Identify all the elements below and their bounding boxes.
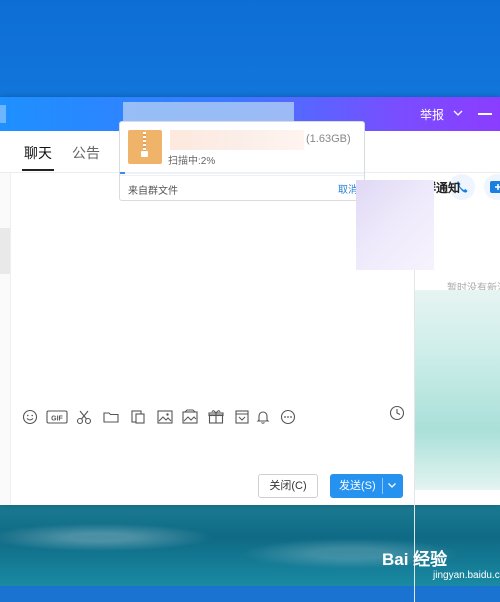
image-icon[interactable] <box>156 408 174 426</box>
bell-icon[interactable] <box>254 408 272 426</box>
message-area: 18:32:35 <box>11 173 414 403</box>
file-name-redacted <box>170 130 304 150</box>
left-sidebar-highlight <box>0 228 10 274</box>
invite-button[interactable] <box>484 174 500 200</box>
gif-icon[interactable]: GIF <box>46 408 68 426</box>
zip-pull <box>141 151 148 157</box>
cancel-link[interactable]: 取消 <box>338 181 358 196</box>
title-left-edge <box>0 105 6 123</box>
clipboard-image-icon[interactable] <box>129 408 147 426</box>
gift-icon[interactable] <box>207 408 225 426</box>
send-separator <box>382 478 383 494</box>
add-chat-icon <box>490 181 500 193</box>
active-tab-indicator <box>22 169 54 171</box>
zip-file-icon <box>128 130 162 164</box>
file-size: (1.63GB) <box>306 133 351 145</box>
scissors-icon[interactable] <box>75 408 93 426</box>
photo-album-icon[interactable] <box>181 408 199 426</box>
tab-announcement[interactable]: 公告 <box>72 143 100 163</box>
file-message-card[interactable]: (1.63GB) 扫描中:2% 来自群文件 取消 <box>119 121 365 201</box>
emoji-icon[interactable] <box>21 408 39 426</box>
report-button[interactable]: 举报 <box>420 106 444 123</box>
minimize-button[interactable] <box>478 113 492 115</box>
input-toolbar: GIF <box>11 403 414 431</box>
tab-chat[interactable]: 聊天 <box>24 143 52 163</box>
baidu-watermark-url: jingyan.baidu.com <box>433 570 500 581</box>
scan-progress-fill <box>120 172 125 174</box>
scan-progress-bar <box>120 172 364 174</box>
chevron-down-icon[interactable] <box>452 107 464 119</box>
left-sidebar-edge <box>0 173 11 505</box>
file-source: 来自群文件 <box>128 186 178 197</box>
calendar-icon[interactable] <box>233 408 251 426</box>
right-panel-background <box>415 290 500 490</box>
send-button[interactable]: 发送(S) <box>330 474 403 498</box>
history-clock-icon[interactable] <box>388 404 406 422</box>
baidu-watermark: Bai 经验 <box>382 550 448 569</box>
send-options-chevron-icon[interactable] <box>387 482 397 490</box>
send-label: 发送(S) <box>339 480 376 492</box>
more-icon[interactable] <box>279 408 297 426</box>
svg-text:GIF: GIF <box>51 416 63 423</box>
folder-icon[interactable] <box>102 408 120 426</box>
sender-avatar-redacted <box>356 180 434 270</box>
file-card-footer: 来自群文件 取消 <box>120 175 364 201</box>
close-button[interactable]: 关闭(C) <box>258 474 318 498</box>
scan-status: 扫描中:2% <box>168 156 216 167</box>
